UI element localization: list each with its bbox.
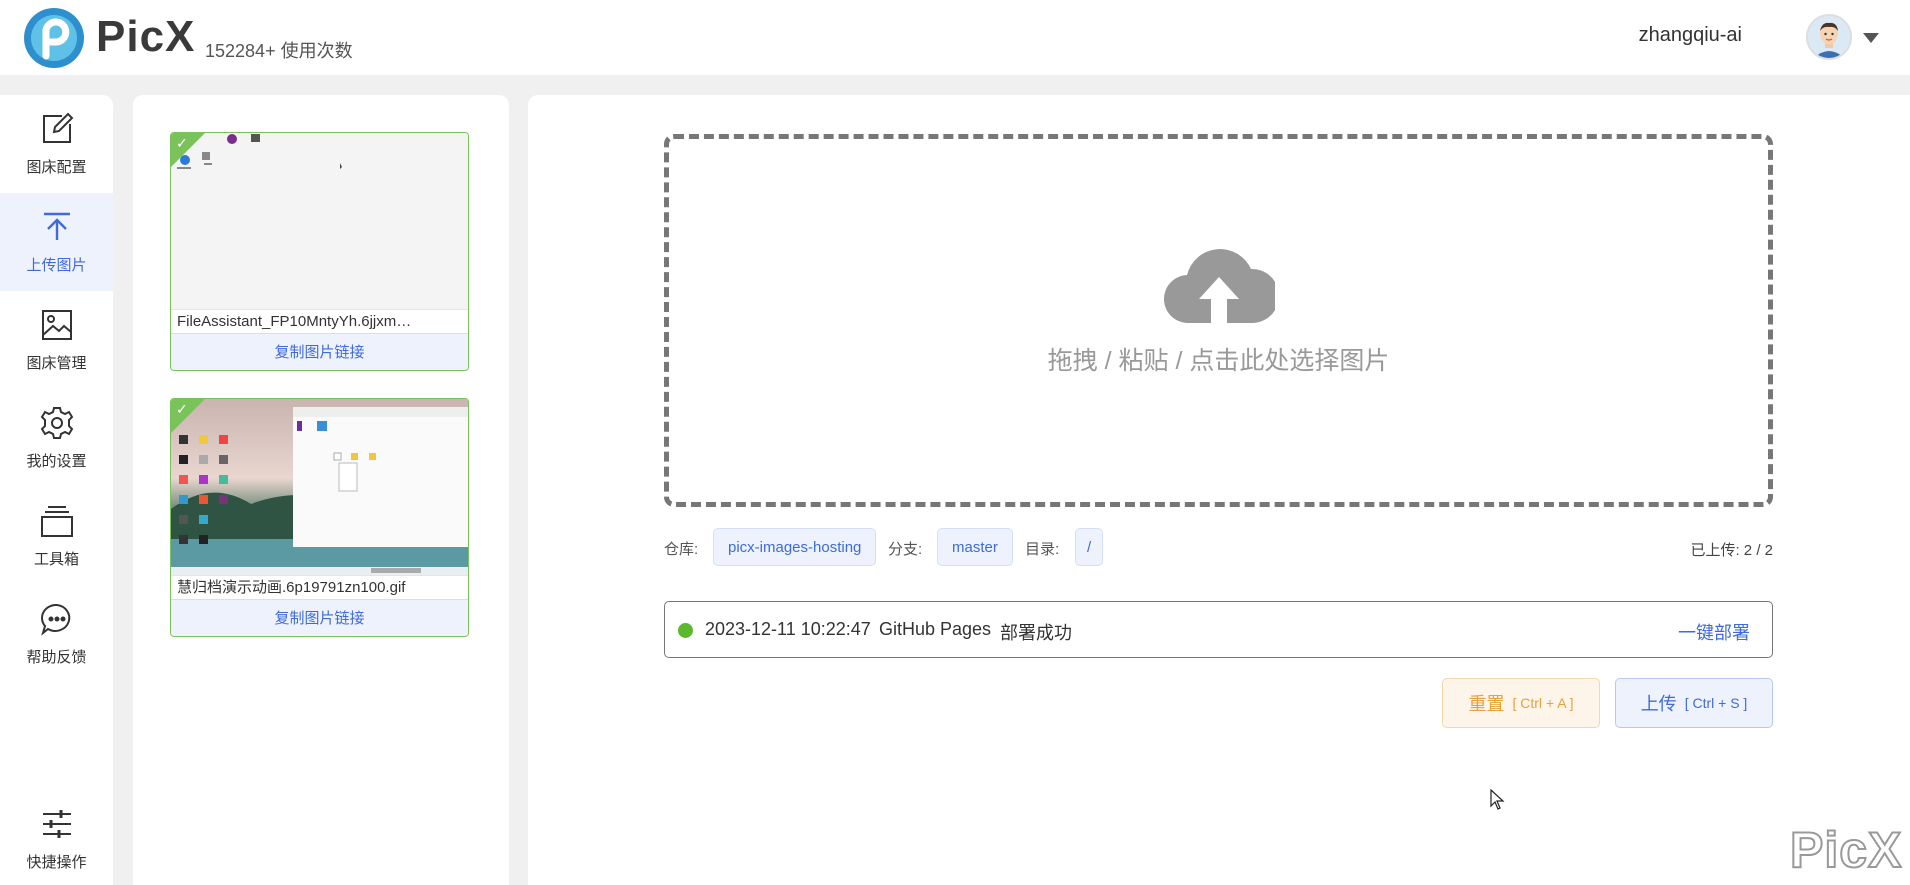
- upload-panel: 拖拽 / 粘贴 / 点击此处选择图片 仓库: picx-images-hosti…: [528, 95, 1910, 885]
- deploy-status-text: 部署成功: [1000, 623, 1072, 643]
- sidebar-item-label: 帮助反馈: [26, 648, 87, 666]
- desktop-screenshot-thumbnail: [171, 399, 468, 575]
- sidebar-item-toolbox[interactable]: 工具箱: [0, 487, 113, 585]
- brand-name: PicX: [96, 12, 196, 61]
- upload-button[interactable]: 上传 [ Ctrl + S ]: [1615, 678, 1773, 728]
- deploy-status-dot: [678, 623, 693, 638]
- sidebar-item-label: 我的设置: [26, 452, 87, 470]
- sliders-icon: [42, 809, 71, 838]
- sidebar-item-label: 图床管理: [26, 354, 87, 372]
- image-card: ✓ 慧归档演示动画.6p19791zn100.gif 复制图片链接: [170, 398, 469, 637]
- uploaded-image-list: ✓ FileAssistant_FP10MntyYh.6jjxm… 复制图片链接: [133, 95, 509, 885]
- toolbox-icon: [40, 505, 73, 537]
- repo-label: 仓库:: [664, 541, 699, 558]
- mouse-cursor-icon: [1490, 789, 1505, 810]
- drop-zone-hint: 拖拽 / 粘贴 / 点击此处选择图片: [1047, 346, 1390, 375]
- reset-button[interactable]: 重置 [ Ctrl + A ]: [1442, 678, 1600, 728]
- upload-shortcut: [ Ctrl + S ]: [1684, 695, 1748, 711]
- image-card: ✓ FileAssistant_FP10MntyYh.6jjxm… 复制图片链接: [170, 132, 469, 371]
- branch-tag: master: [937, 528, 1013, 566]
- sidebar-item-shortcuts[interactable]: 快捷操作: [0, 790, 113, 885]
- image-thumbnail[interactable]: ✓: [171, 399, 468, 575]
- gear-icon: [40, 406, 73, 439]
- one-click-deploy-button[interactable]: 一键部署: [1678, 619, 1750, 645]
- dir-label: 目录:: [1025, 541, 1060, 558]
- sidebar-item-image-management[interactable]: 图床管理: [0, 291, 113, 389]
- chevron-down-icon[interactable]: [1863, 33, 1879, 43]
- image-icon: [41, 309, 72, 340]
- edit-icon: [42, 112, 73, 143]
- sidebar: 图床配置 上传图片 图床管理 我的设置 工具箱 帮助反馈 快捷操作: [0, 95, 113, 885]
- sidebar-item-label: 图床配置: [26, 158, 87, 176]
- sidebar-item-label: 快捷操作: [26, 853, 87, 871]
- copy-image-link-button[interactable]: 复制图片链接: [171, 599, 468, 636]
- check-icon: ✓: [176, 135, 188, 151]
- sidebar-item-label: 上传图片: [26, 256, 87, 274]
- picx-watermark: PicX: [1789, 821, 1903, 879]
- top-header: PicX 152284+ 使用次数 zhangqiu-ai: [0, 0, 1910, 75]
- image-thumbnail[interactable]: ✓: [171, 133, 468, 309]
- sidebar-item-image-hosting-config[interactable]: 图床配置: [0, 95, 113, 193]
- screenshot-thumbnail: [171, 133, 468, 309]
- branch-label: 分支:: [888, 541, 923, 558]
- sidebar-item-upload[interactable]: 上传图片: [0, 193, 113, 291]
- reset-button-label: 重置: [1468, 694, 1505, 714]
- check-icon: ✓: [176, 401, 188, 417]
- image-drop-zone[interactable]: 拖拽 / 粘贴 / 点击此处选择图片: [664, 134, 1773, 507]
- reset-shortcut: [ Ctrl + A ]: [1512, 695, 1574, 711]
- copy-image-link-button[interactable]: 复制图片链接: [171, 333, 468, 370]
- sidebar-item-label: 工具箱: [33, 550, 79, 568]
- deploy-status-bar: 2023-12-11 10:22:47 GitHub Pages 部署成功 一键…: [664, 601, 1773, 658]
- username[interactable]: zhangqiu-ai: [1639, 24, 1742, 47]
- chat-icon: [40, 603, 70, 636]
- sidebar-item-settings[interactable]: 我的设置: [0, 389, 113, 487]
- image-filename: 慧归档演示动画.6p19791zn100.gif: [171, 575, 468, 599]
- avatar[interactable]: [1806, 14, 1852, 60]
- deploy-time: 2023-12-11 10:22:47: [705, 619, 871, 639]
- upload-button-label: 上传: [1640, 694, 1677, 714]
- cloud-upload-icon: [1163, 248, 1275, 323]
- dir-tag: /: [1075, 528, 1104, 566]
- usage-count: 152284+ 使用次数: [205, 41, 353, 61]
- sidebar-item-help[interactable]: 帮助反馈: [0, 585, 113, 683]
- image-filename: FileAssistant_FP10MntyYh.6jjxm…: [171, 309, 468, 333]
- upload-icon: [43, 212, 70, 240]
- deploy-target: GitHub Pages: [879, 619, 992, 639]
- repo-info-row: 仓库: picx-images-hosting 分支: master 目录: /…: [664, 528, 1773, 566]
- repo-tag: picx-images-hosting: [713, 528, 877, 566]
- picx-logo: [24, 8, 84, 68]
- uploaded-count: 已上传: 2 / 2: [1690, 542, 1773, 559]
- avatar-icon: [1808, 16, 1850, 58]
